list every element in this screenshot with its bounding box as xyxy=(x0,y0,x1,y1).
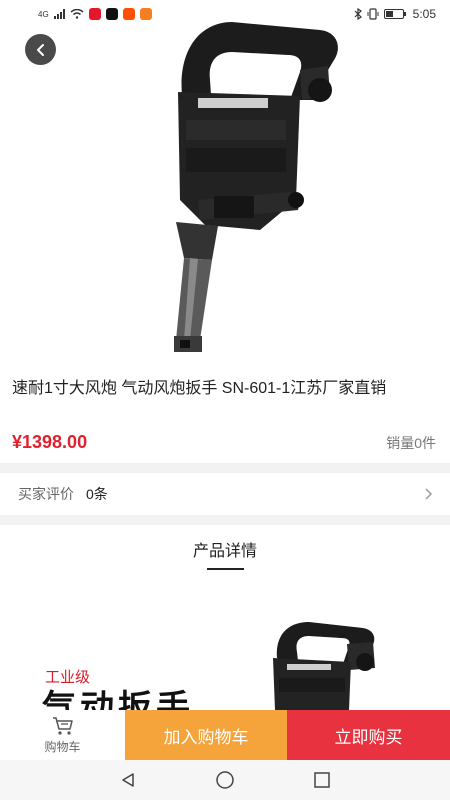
nav-recents-icon[interactable] xyxy=(313,771,331,789)
status-bar: 4G 5:05 xyxy=(0,0,450,28)
app-shop-icon xyxy=(139,8,152,20)
bottom-action-bar: 购物车 加入购物车 立即购买 xyxy=(0,710,450,760)
cart-tab-label: 购物车 xyxy=(44,739,81,754)
section-divider xyxy=(0,463,450,473)
heading-underline xyxy=(207,568,244,570)
product-title: 速耐1寸大风炮 气动风炮扳手 SN-601-1江苏厂家直销 xyxy=(12,380,387,397)
detail-wrench-image xyxy=(273,622,375,710)
add-to-cart-button[interactable]: 加入购物车 xyxy=(125,710,287,760)
chevron-left-icon xyxy=(36,43,44,56)
system-nav-bar xyxy=(0,760,450,800)
sales-count: 销量0件 xyxy=(386,435,436,451)
cart-tab[interactable]: 购物车 xyxy=(0,710,125,760)
buy-now-button[interactable]: 立即购买 xyxy=(287,710,450,760)
network-type: 4G xyxy=(38,9,49,19)
chevron-right-icon xyxy=(425,488,432,500)
back-button[interactable] xyxy=(25,34,56,65)
detail-image: 工业级 气动扳手 xyxy=(0,600,450,710)
app-weibo-icon xyxy=(88,8,101,20)
reviews-label: 买家评价 xyxy=(18,486,74,502)
status-left: 4G xyxy=(38,8,152,20)
bluetooth-icon xyxy=(354,8,362,20)
status-time: 5:05 xyxy=(412,7,436,21)
vibrate-icon xyxy=(367,8,379,20)
section-divider xyxy=(0,515,450,525)
app-taobao-icon xyxy=(122,8,135,20)
nav-back-icon[interactable] xyxy=(119,771,137,789)
product-details-heading: 产品详情 xyxy=(192,543,257,560)
reviews-count: 0条 xyxy=(86,486,108,502)
product-image[interactable] xyxy=(0,0,450,366)
impact-wrench-image xyxy=(174,22,338,352)
product-price: ¥1398.00 xyxy=(12,432,88,452)
status-right: 5:05 xyxy=(354,7,436,21)
signal-icon xyxy=(53,9,65,19)
buyer-reviews-row[interactable]: 买家评价 0条 xyxy=(0,473,450,515)
wifi-icon xyxy=(70,9,84,19)
battery-icon xyxy=(383,9,406,19)
app-tiktok-icon xyxy=(105,8,118,20)
detail-image-title: 气动扳手 xyxy=(42,689,194,710)
shopping-cart-icon xyxy=(52,716,73,735)
nav-home-icon[interactable] xyxy=(215,770,235,790)
